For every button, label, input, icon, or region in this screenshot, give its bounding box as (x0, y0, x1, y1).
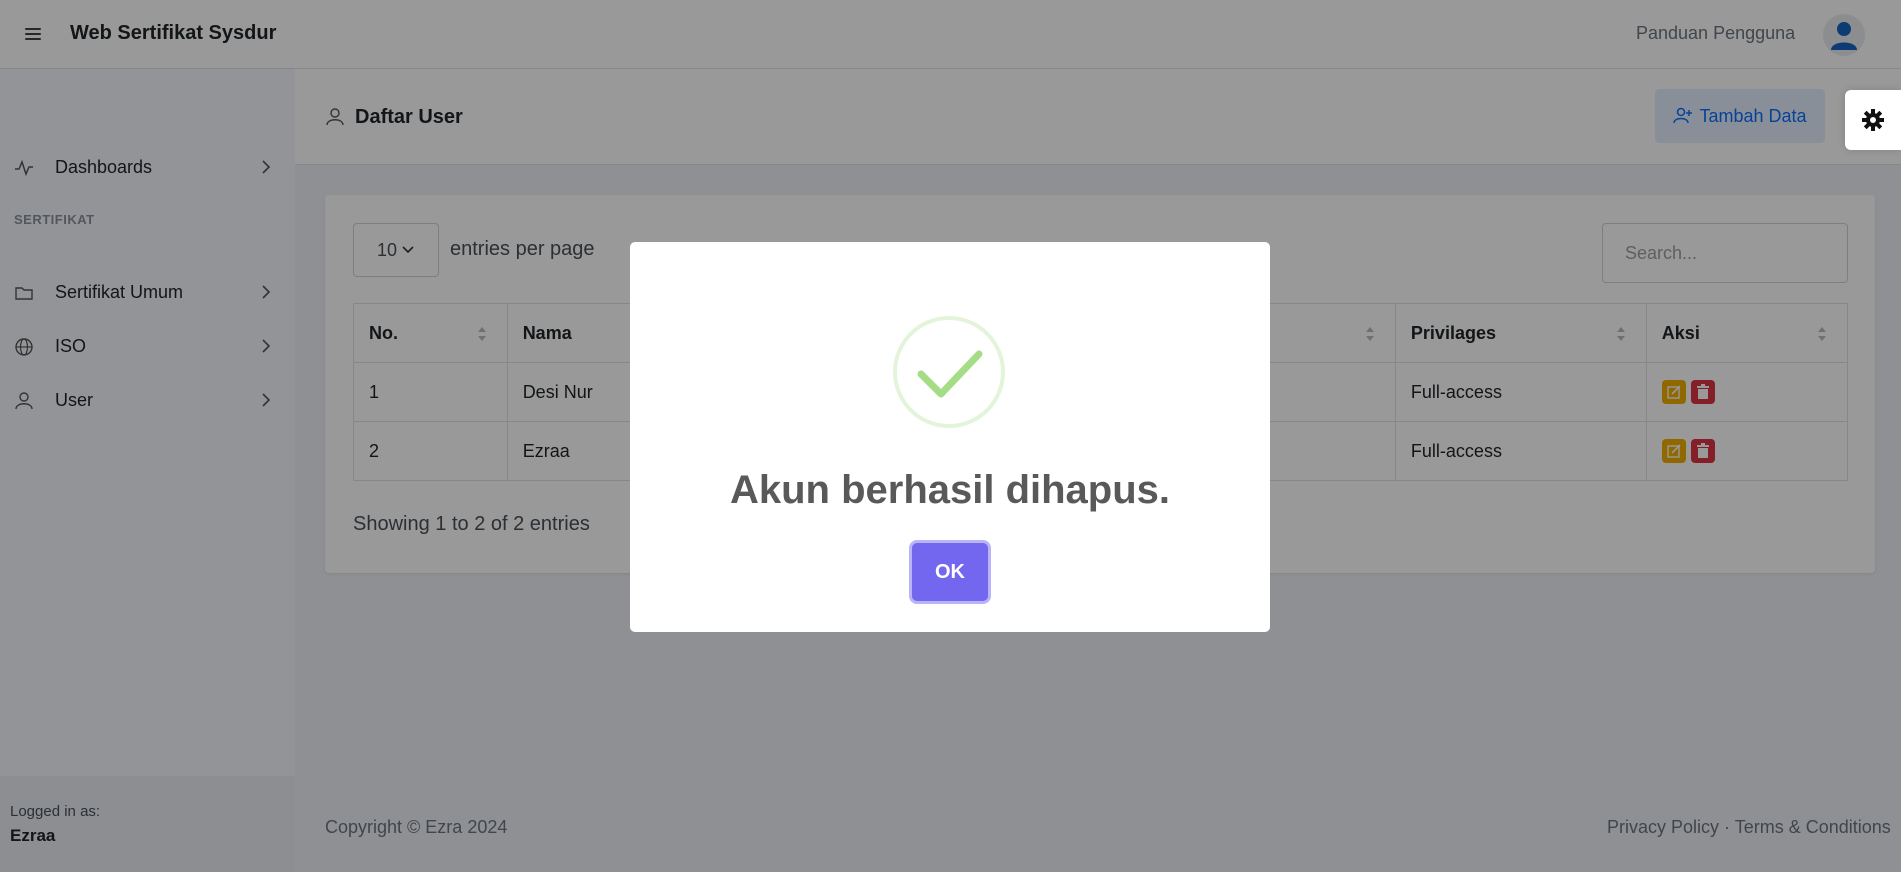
success-check-icon (893, 316, 1005, 428)
ok-button[interactable]: OK (912, 543, 988, 601)
dialog-title: Akun berhasil dihapus. (729, 468, 1171, 512)
checkmark-icon (917, 350, 983, 398)
gear-icon (1862, 109, 1884, 131)
settings-button[interactable] (1845, 90, 1901, 150)
success-dialog: Akun berhasil dihapus. OK (630, 242, 1270, 632)
